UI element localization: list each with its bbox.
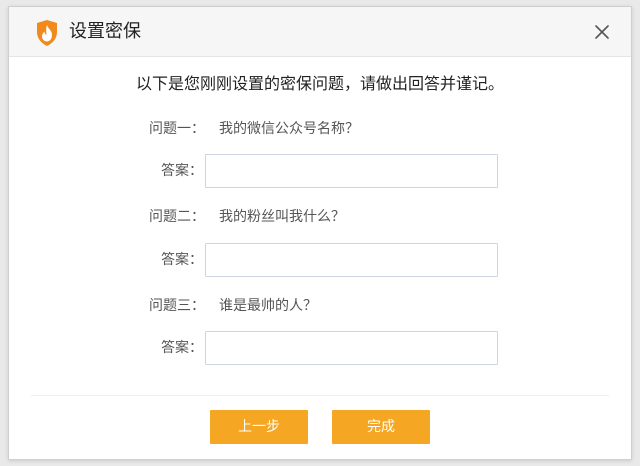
question-label: 问题二： [149,209,205,225]
question-row-3: 问题三： 谁是最帅的人？ [9,296,631,316]
question-text: 谁是最帅的人？ [219,298,317,314]
answer-input-1[interactable] [205,154,498,188]
answer-label: 答案： [161,340,203,356]
question-row-2: 问题二： 我的粉丝叫我什么？ [9,207,631,227]
security-question-dialog: 设置密保 以下是您刚刚设置的密保问题，请做出回答并谨记。 问题一： 我的微信公众… [8,6,632,460]
answer-input-3[interactable] [205,331,498,365]
dialog-title: 设置密保 [69,21,141,42]
previous-step-button[interactable]: 上一步 [210,410,308,444]
answer-label: 答案： [161,252,203,268]
answer-row-1: 答案： [9,154,631,188]
flame-shield-logo-icon [37,20,57,46]
instruction-text: 以下是您刚刚设置的密保问题，请做出回答并谨记。 [135,74,504,93]
answer-input-2[interactable] [205,243,498,277]
answer-row-2: 答案： [9,243,631,277]
question-text: 我的粉丝叫我什么？ [219,209,345,225]
question-label: 问题三： [149,298,205,314]
question-row-1: 问题一： 我的微信公众号名称？ [9,119,631,139]
answer-label: 答案： [161,163,203,179]
footer-divider [31,395,609,396]
question-text: 我的微信公众号名称？ [219,121,359,137]
finish-button[interactable]: 完成 [332,410,430,444]
title-bar: 设置密保 [9,7,631,57]
question-label: 问题一： [149,121,205,137]
answer-row-3: 答案： [9,331,631,365]
close-icon[interactable] [593,23,611,41]
